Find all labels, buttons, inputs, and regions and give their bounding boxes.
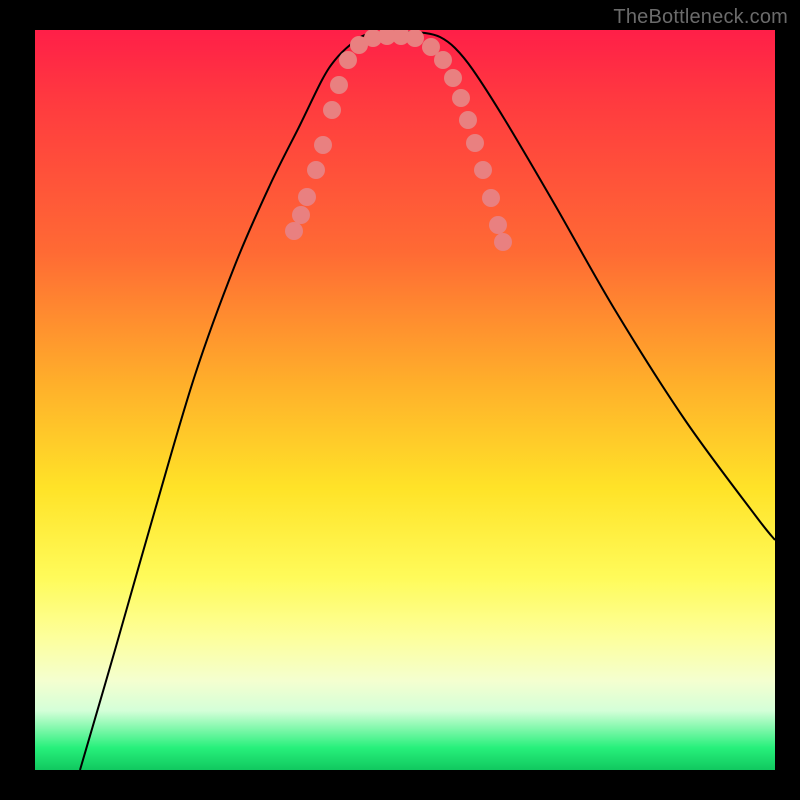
marker-dot <box>406 30 424 47</box>
marker-dot <box>474 161 492 179</box>
marker-dot <box>466 134 484 152</box>
watermark-text: TheBottleneck.com <box>613 6 788 29</box>
marker-dot <box>452 89 470 107</box>
marker-dot <box>285 222 303 240</box>
marker-dot <box>482 189 500 207</box>
curve-path <box>80 32 775 770</box>
marker-dot <box>489 216 507 234</box>
marker-dot <box>434 51 452 69</box>
marker-dot <box>494 233 512 251</box>
marker-dot <box>323 101 341 119</box>
chart-frame: TheBottleneck.com <box>0 0 800 800</box>
bottleneck-curve <box>80 32 775 770</box>
marker-dot <box>339 51 357 69</box>
curve-markers <box>285 30 512 251</box>
marker-dot <box>444 69 462 87</box>
marker-dot <box>292 206 310 224</box>
marker-dot <box>330 76 348 94</box>
marker-dot <box>459 111 477 129</box>
marker-dot <box>314 136 332 154</box>
chart-plot-area <box>35 30 775 770</box>
chart-svg <box>35 30 775 770</box>
marker-dot <box>307 161 325 179</box>
marker-dot <box>298 188 316 206</box>
